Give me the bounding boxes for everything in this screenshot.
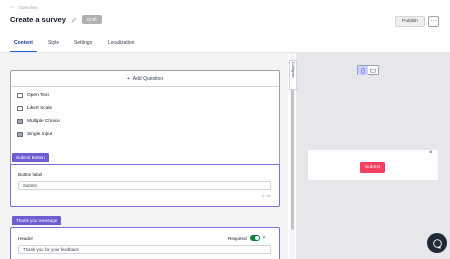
- scrollbar-thumb[interactable]: [291, 70, 294, 230]
- mobile-view-button[interactable]: [358, 66, 368, 75]
- back-link-label: Overview: [19, 4, 38, 10]
- title-row: Create a survey Draft: [10, 15, 102, 24]
- more-options-button[interactable]: ···: [428, 16, 439, 27]
- required-toggle[interactable]: [249, 235, 260, 241]
- close-icon[interactable]: ×: [429, 150, 433, 156]
- question-type-label: Single Input: [27, 132, 53, 137]
- phone-icon: [361, 67, 365, 74]
- question-type-label: Likert Scale: [27, 106, 53, 111]
- question-type-label: Multiple Choice: [27, 119, 60, 124]
- character-counter: 6 / 40: [262, 194, 271, 198]
- button-label-input[interactable]: Submit: [18, 181, 271, 190]
- add-question-button[interactable]: + Add Question: [11, 71, 279, 87]
- open-text-icon: [17, 93, 23, 98]
- single-input-icon: [17, 132, 23, 137]
- plus-icon: +: [126, 75, 130, 82]
- pencil-icon[interactable]: [71, 17, 77, 23]
- submit-section-tab[interactable]: Submit Button: [12, 153, 49, 162]
- collapse-label: Collapse: [291, 62, 296, 78]
- submit-button-section: Button label Submit 6 / 40: [10, 164, 280, 207]
- desktop-icon: [370, 68, 376, 72]
- add-question-label: Add Question: [132, 75, 164, 82]
- chevron-up-icon[interactable]: ˄: [263, 235, 266, 241]
- question-type-single-input[interactable]: Single Input: [11, 128, 279, 141]
- tab-content[interactable]: Content: [14, 38, 33, 48]
- required-toggle-group: Required ˄: [228, 235, 266, 241]
- device-toggle: [357, 65, 379, 75]
- status-badge: Draft: [81, 15, 102, 24]
- add-question-card: + Add Question Open Text Likert Scale Mu…: [10, 70, 280, 170]
- tab-style[interactable]: Style: [48, 38, 59, 48]
- tab-localization[interactable]: Localization: [108, 38, 134, 48]
- top-header: ← Overview Create a survey Draft Publish…: [0, 0, 450, 52]
- question-type-multiple-choice[interactable]: Multiple Choice: [11, 115, 279, 128]
- chat-support-button[interactable]: [427, 233, 447, 253]
- back-arrow-icon: ←: [10, 4, 16, 10]
- desktop-view-button[interactable]: [368, 66, 378, 75]
- question-type-open-text[interactable]: Open Text: [11, 89, 279, 102]
- back-link[interactable]: ← Overview: [10, 4, 38, 10]
- chat-icon: [432, 238, 442, 249]
- preview-submit-button[interactable]: Submit: [360, 162, 385, 173]
- required-label: Required: [228, 235, 247, 241]
- publish-button[interactable]: Publish: [395, 16, 425, 27]
- tab-settings[interactable]: Settings: [74, 38, 92, 48]
- question-type-label: Open Text: [27, 93, 49, 98]
- likert-scale-icon: [17, 106, 23, 111]
- page-title: Create a survey: [10, 15, 66, 24]
- question-type-likert-scale[interactable]: Likert Scale: [11, 102, 279, 115]
- button-label-label: Button label: [18, 172, 43, 177]
- header-field-label: Header: [18, 236, 34, 241]
- multiple-choice-icon: [17, 119, 23, 124]
- thankyou-message-section: Header Required ˄ Thank you for your fee…: [10, 227, 280, 259]
- header-input[interactable]: Thank you for your feedback: [18, 245, 271, 254]
- thankyou-section-tab[interactable]: Thank you message: [12, 216, 62, 225]
